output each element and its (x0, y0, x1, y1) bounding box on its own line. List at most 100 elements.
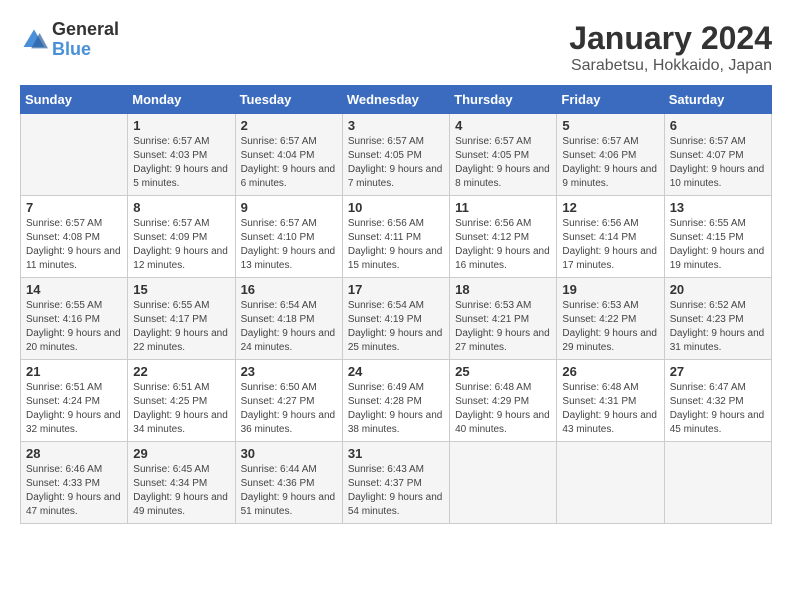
day-detail: Sunrise: 6:56 AMSunset: 4:11 PMDaylight:… (348, 217, 444, 273)
calendar-cell: 1 Sunrise: 6:57 AMSunset: 4:03 PMDaylight… (128, 114, 235, 196)
day-detail: Sunrise: 6:49 AMSunset: 4:28 PMDaylight:… (348, 381, 444, 437)
calendar-cell: 31 Sunrise: 6:43 AMSunset: 4:37 PMDayligh… (342, 442, 449, 524)
calendar-cell: 8 Sunrise: 6:57 AMSunset: 4:09 PMDaylight… (128, 196, 235, 278)
day-detail: Sunrise: 6:54 AMSunset: 4:18 PMDaylight:… (241, 299, 337, 355)
day-detail: Sunrise: 6:57 AMSunset: 4:05 PMDaylight:… (348, 135, 444, 191)
calendar-cell: 6Sunrise: 6:57 AMSunset: 4:07 PMDaylight… (664, 114, 771, 196)
day-number: 2 (241, 118, 337, 133)
calendar-cell: 27 Sunrise: 6:47 AMSunset: 4:32 PMDayligh… (664, 360, 771, 442)
calendar-cell: 16 Sunrise: 6:54 AMSunset: 4:18 PMDayligh… (235, 278, 342, 360)
day-number: 31 (348, 446, 444, 461)
day-number: 7 (26, 200, 122, 215)
calendar-cell: 15Sunrise: 6:55 AMSunset: 4:17 PMDayligh… (128, 278, 235, 360)
header-sunday: Sunday (21, 86, 128, 114)
day-detail: Sunrise: 6:57 AMSunset: 4:05 PMDaylight:… (455, 135, 551, 191)
day-number: 22 (133, 364, 229, 379)
day-number: 30 (241, 446, 337, 461)
header-monday: Monday (128, 86, 235, 114)
calendar-cell (450, 442, 557, 524)
calendar-cell: 24 Sunrise: 6:49 AMSunset: 4:28 PMDayligh… (342, 360, 449, 442)
day-detail: Sunrise: 6:57 AMSunset: 4:10 PMDaylight:… (241, 217, 337, 273)
calendar-cell: 13Sunrise: 6:55 AMSunset: 4:15 PMDayligh… (664, 196, 771, 278)
day-number: 18 (455, 282, 551, 297)
day-number: 16 (241, 282, 337, 297)
calendar-cell: 7 Sunrise: 6:57 AMSunset: 4:08 PMDaylight… (21, 196, 128, 278)
logo-icon (20, 26, 48, 54)
day-number: 6 (670, 118, 766, 133)
page-header: General Blue January 2024 Sarabetsu, Hok… (20, 20, 772, 75)
calendar-cell: 28 Sunrise: 6:46 AMSunset: 4:33 PMDayligh… (21, 442, 128, 524)
calendar-cell: 3 Sunrise: 6:57 AMSunset: 4:05 PMDaylight… (342, 114, 449, 196)
day-detail: Sunrise: 6:45 AMSunset: 4:34 PMDaylight:… (133, 463, 229, 519)
calendar-cell (21, 114, 128, 196)
day-number: 29 (133, 446, 229, 461)
day-detail: Sunrise: 6:56 AMSunset: 4:14 PMDaylight:… (562, 217, 658, 273)
page-title: January 2024 (569, 20, 772, 57)
day-number: 21 (26, 364, 122, 379)
day-number: 17 (348, 282, 444, 297)
day-detail: Sunrise: 6:43 AMSunset: 4:37 PMDaylight:… (348, 463, 444, 519)
day-number: 24 (348, 364, 444, 379)
calendar-cell: 29 Sunrise: 6:45 AMSunset: 4:34 PMDayligh… (128, 442, 235, 524)
day-number: 19 (562, 282, 658, 297)
day-detail: Sunrise: 6:48 AMSunset: 4:29 PMDaylight:… (455, 381, 551, 437)
day-number: 27 (670, 364, 766, 379)
day-number: 26 (562, 364, 658, 379)
day-detail: Sunrise: 6:52 AMSunset: 4:23 PMDaylight:… (670, 299, 766, 355)
calendar-cell: 20 Sunrise: 6:52 AMSunset: 4:23 PMDayligh… (664, 278, 771, 360)
day-detail: Sunrise: 6:50 AMSunset: 4:27 PMDaylight:… (241, 381, 337, 437)
day-number: 28 (26, 446, 122, 461)
day-detail: Sunrise: 6:46 AMSunset: 4:33 PMDaylight:… (26, 463, 122, 519)
day-number: 11 (455, 200, 551, 215)
day-number: 1 (133, 118, 229, 133)
calendar-cell: 9 Sunrise: 6:57 AMSunset: 4:10 PMDaylight… (235, 196, 342, 278)
day-number: 5 (562, 118, 658, 133)
day-number: 9 (241, 200, 337, 215)
calendar-cell (664, 442, 771, 524)
calendar-cell: 12Sunrise: 6:56 AMSunset: 4:14 PMDayligh… (557, 196, 664, 278)
day-number: 15 (133, 282, 229, 297)
day-detail: Sunrise: 6:48 AMSunset: 4:31 PMDaylight:… (562, 381, 658, 437)
calendar-cell: 5 Sunrise: 6:57 AMSunset: 4:06 PMDaylight… (557, 114, 664, 196)
day-number: 13 (670, 200, 766, 215)
calendar-cell: 11 Sunrise: 6:56 AMSunset: 4:12 PMDayligh… (450, 196, 557, 278)
logo-blue: Blue (52, 39, 91, 59)
header-friday: Friday (557, 86, 664, 114)
calendar-cell: 19 Sunrise: 6:53 AMSunset: 4:22 PMDayligh… (557, 278, 664, 360)
calendar-cell: 2 Sunrise: 6:57 AMSunset: 4:04 PMDaylight… (235, 114, 342, 196)
week-row-3: 21Sunrise: 6:51 AMSunset: 4:24 PMDayligh… (21, 360, 772, 442)
day-number: 4 (455, 118, 551, 133)
day-detail: Sunrise: 6:56 AMSunset: 4:12 PMDaylight:… (455, 217, 551, 273)
page-subtitle: Sarabetsu, Hokkaido, Japan (569, 57, 772, 75)
day-detail: Sunrise: 6:54 AMSunset: 4:19 PMDaylight:… (348, 299, 444, 355)
day-detail: Sunrise: 6:44 AMSunset: 4:36 PMDaylight:… (241, 463, 337, 519)
week-row-0: 1 Sunrise: 6:57 AMSunset: 4:03 PMDaylight… (21, 114, 772, 196)
calendar-cell: 17 Sunrise: 6:54 AMSunset: 4:19 PMDayligh… (342, 278, 449, 360)
day-number: 10 (348, 200, 444, 215)
header-thursday: Thursday (450, 86, 557, 114)
header-wednesday: Wednesday (342, 86, 449, 114)
day-detail: Sunrise: 6:53 AMSunset: 4:22 PMDaylight:… (562, 299, 658, 355)
day-number: 3 (348, 118, 444, 133)
day-detail: Sunrise: 6:57 AMSunset: 4:03 PMDaylight:… (133, 135, 229, 191)
calendar-cell: 18 Sunrise: 6:53 AMSunset: 4:21 PMDayligh… (450, 278, 557, 360)
day-detail: Sunrise: 6:57 AMSunset: 4:08 PMDaylight:… (26, 217, 122, 273)
day-number: 25 (455, 364, 551, 379)
day-detail: Sunrise: 6:57 AMSunset: 4:04 PMDaylight:… (241, 135, 337, 191)
week-row-2: 14Sunrise: 6:55 AMSunset: 4:16 PMDayligh… (21, 278, 772, 360)
week-row-4: 28 Sunrise: 6:46 AMSunset: 4:33 PMDayligh… (21, 442, 772, 524)
day-number: 23 (241, 364, 337, 379)
header-row: SundayMondayTuesdayWednesdayThursdayFrid… (21, 86, 772, 114)
logo-text: General Blue (52, 20, 119, 60)
day-number: 20 (670, 282, 766, 297)
day-detail: Sunrise: 6:55 AMSunset: 4:16 PMDaylight:… (26, 299, 122, 355)
calendar-cell: 4 Sunrise: 6:57 AMSunset: 4:05 PMDaylight… (450, 114, 557, 196)
day-detail: Sunrise: 6:57 AMSunset: 4:06 PMDaylight:… (562, 135, 658, 191)
calendar-cell: 26 Sunrise: 6:48 AMSunset: 4:31 PMDayligh… (557, 360, 664, 442)
day-detail: Sunrise: 6:57 AMSunset: 4:09 PMDaylight:… (133, 217, 229, 273)
day-detail: Sunrise: 6:53 AMSunset: 4:21 PMDaylight:… (455, 299, 551, 355)
day-number: 8 (133, 200, 229, 215)
calendar-cell: 10 Sunrise: 6:56 AMSunset: 4:11 PMDayligh… (342, 196, 449, 278)
calendar-table: SundayMondayTuesdayWednesdayThursdayFrid… (20, 85, 772, 524)
day-detail: Sunrise: 6:47 AMSunset: 4:32 PMDaylight:… (670, 381, 766, 437)
